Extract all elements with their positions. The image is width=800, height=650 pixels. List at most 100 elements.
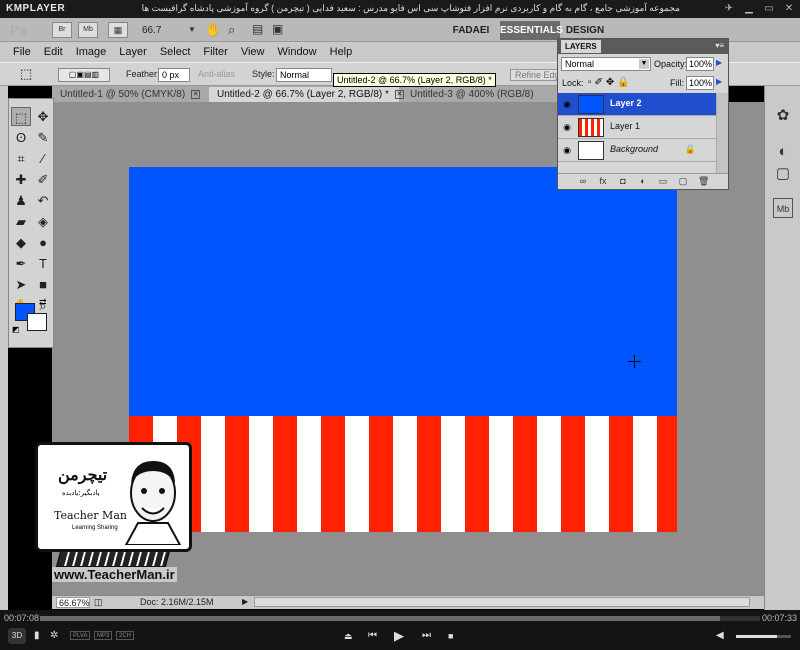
- opacity-input[interactable]: 100%: [686, 57, 714, 71]
- volume-slider[interactable]: [736, 635, 791, 638]
- layer-style-icon[interactable]: fx: [598, 176, 608, 189]
- status-menu-arrow-icon[interactable]: ▶: [242, 597, 248, 606]
- type-tool-icon[interactable]: T: [33, 254, 53, 273]
- menu-view[interactable]: View: [241, 46, 265, 58]
- quick-selection-tool-icon[interactable]: ✎: [33, 128, 53, 147]
- menu-file[interactable]: File: [13, 46, 31, 58]
- view-extras-icon[interactable]: ▦: [108, 22, 128, 38]
- playlist-icon[interactable]: ▮: [34, 628, 40, 644]
- status-zoom[interactable]: 66.67%: [56, 597, 90, 608]
- fill-slider-icon[interactable]: ▶: [716, 77, 722, 86]
- style-select[interactable]: Normal: [276, 68, 332, 82]
- clone-stamp-tool-icon[interactable]: ♟: [11, 191, 31, 210]
- menu-image[interactable]: Image: [76, 46, 107, 58]
- masks-panel-icon[interactable]: ▢: [773, 164, 793, 184]
- move-tool-icon[interactable]: ✥: [33, 107, 53, 126]
- menu-filter[interactable]: Filter: [203, 46, 227, 58]
- lock-icons[interactable]: ▫✐✥🔒: [588, 77, 633, 88]
- default-colors-icon[interactable]: ◩: [12, 325, 20, 334]
- minimize-icon[interactable]: ▁: [742, 2, 756, 15]
- previous-icon[interactable]: ⏮: [368, 628, 377, 644]
- background-color-swatch[interactable]: [27, 313, 47, 331]
- paint-bucket-tool-icon[interactable]: ◈: [33, 212, 53, 231]
- document-canvas[interactable]: [129, 167, 677, 532]
- menu-edit[interactable]: Edit: [44, 46, 63, 58]
- tab-untitled-2[interactable]: Untitled-2 @ 66.7% (Layer 2, RGB/8) * ✕: [209, 87, 404, 102]
- screen-mode-icon[interactable]: ▣: [272, 22, 283, 36]
- layer-row-layer-2[interactable]: ◉ Layer 2: [558, 93, 716, 116]
- menu-window[interactable]: Window: [278, 46, 317, 58]
- lasso-tool-icon[interactable]: ʘ: [11, 128, 31, 147]
- shape-tool-icon[interactable]: ■: [33, 275, 53, 294]
- opacity-slider-icon[interactable]: ▶: [716, 58, 722, 67]
- healing-brush-tool-icon[interactable]: ✚: [11, 170, 31, 189]
- settings-gear-icon[interactable]: ✲: [50, 628, 58, 644]
- visibility-eye-icon[interactable]: ◉: [561, 144, 573, 156]
- zoom-tool-icon[interactable]: ⌕: [228, 22, 235, 38]
- next-icon[interactable]: ⏭: [422, 628, 431, 644]
- zoom-dropdown-icon[interactable]: ▼: [188, 25, 196, 34]
- pin-icon[interactable]: ✈: [722, 2, 736, 15]
- tab-untitled-1[interactable]: Untitled-1 @ 50% (CMYK/8) ✕: [52, 87, 209, 102]
- eraser-tool-icon[interactable]: ▰: [11, 212, 31, 231]
- volume-icon[interactable]: ◀: [716, 628, 724, 644]
- crop-tool-icon[interactable]: ⌗: [11, 149, 31, 168]
- fill-input[interactable]: 100%: [686, 76, 714, 90]
- stop-icon[interactable]: ■: [448, 628, 453, 644]
- swap-colors-icon[interactable]: ⇄: [39, 297, 47, 308]
- eyedropper-tool-icon[interactable]: ⁄: [33, 149, 53, 168]
- visibility-eye-icon[interactable]: ◉: [561, 121, 573, 133]
- layer-row-background[interactable]: ◉ Background 🔒: [558, 139, 716, 162]
- pen-tool-icon[interactable]: ✒: [11, 254, 31, 273]
- 3d-button[interactable]: 3D: [8, 628, 26, 644]
- feather-input[interactable]: 0 px: [158, 68, 190, 82]
- layers-scrollbar[interactable]: [716, 93, 728, 173]
- bridge-button[interactable]: Br: [52, 22, 72, 38]
- hand-tool-icon[interactable]: ✋: [205, 22, 221, 38]
- close-tab-icon[interactable]: ✕: [191, 89, 201, 99]
- visibility-eye-icon[interactable]: ◉: [561, 98, 573, 110]
- restore-icon[interactable]: ▭: [762, 2, 776, 15]
- menu-help[interactable]: Help: [330, 46, 353, 58]
- marquee-preset-icon[interactable]: ⬚: [20, 66, 32, 82]
- link-layers-icon[interactable]: ∞: [578, 176, 588, 189]
- horizontal-scrollbar[interactable]: [254, 597, 750, 607]
- tab-untitled-3[interactable]: Untitled-3 @ 400% (RGB/8): [402, 87, 557, 102]
- ps-logo: Ps: [10, 22, 28, 38]
- path-selection-tool-icon[interactable]: ➤: [11, 275, 31, 294]
- player-logo[interactable]: KMPLAYER: [6, 3, 65, 14]
- color-panel-icon[interactable]: ✿: [773, 106, 793, 126]
- add-mask-icon[interactable]: ◘: [618, 176, 628, 189]
- adjustments-panel-icon[interactable]: ◐: [773, 142, 793, 162]
- marquee-tool-icon[interactable]: ⬚: [11, 107, 31, 126]
- menu-layer[interactable]: Layer: [119, 46, 147, 58]
- history-brush-tool-icon[interactable]: ↶: [33, 191, 53, 210]
- minibridge-panel-icon[interactable]: Mb: [773, 198, 793, 218]
- adjustment-layer-icon[interactable]: ◐: [638, 176, 648, 189]
- brush-tool-icon[interactable]: ✐: [33, 170, 53, 189]
- left-gutter: [0, 86, 8, 610]
- new-group-icon[interactable]: ▭: [658, 176, 668, 189]
- dodge-tool-icon[interactable]: ●: [33, 233, 53, 252]
- menu-select[interactable]: Select: [160, 46, 191, 58]
- arrange-documents-icon[interactable]: ▤: [252, 22, 263, 36]
- chevron-down-icon: ▼: [639, 59, 649, 69]
- blend-mode-select[interactable]: Normal ▼: [561, 57, 651, 71]
- layers-tab[interactable]: LAYERS: [561, 40, 601, 53]
- antialias-checkbox[interactable]: Anti-alias: [198, 69, 235, 79]
- seek-bar[interactable]: [40, 616, 760, 621]
- panel-menu-icon[interactable]: ▾≡: [715, 41, 724, 50]
- play-icon[interactable]: ▶: [394, 628, 404, 644]
- minibridge-button[interactable]: Mb: [78, 22, 98, 38]
- workspace-fadaei[interactable]: FADAEI: [448, 21, 494, 40]
- new-layer-icon[interactable]: ▢: [678, 176, 688, 189]
- audio-tag: MP3: [94, 631, 113, 640]
- selection-mode-icons[interactable]: ▢▣▤▥: [58, 68, 110, 82]
- appbar-zoom-level[interactable]: 66.7: [142, 23, 182, 38]
- layer-row-layer-1[interactable]: ◉ Layer 1: [558, 116, 716, 139]
- eject-icon[interactable]: ⏏: [344, 628, 353, 644]
- delete-layer-icon[interactable]: 🗑: [698, 176, 709, 189]
- workspace-essentials[interactable]: ESSENTIALS: [500, 21, 563, 40]
- close-icon[interactable]: ✕: [782, 2, 796, 15]
- blur-tool-icon[interactable]: ◆: [11, 233, 31, 252]
